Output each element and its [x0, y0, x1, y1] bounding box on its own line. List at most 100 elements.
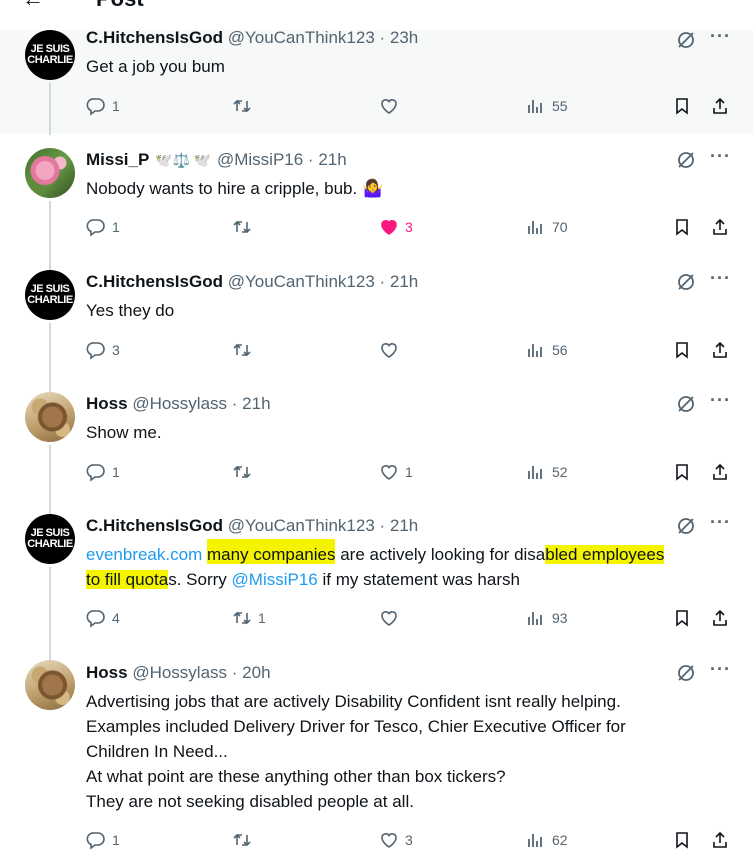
reply-button[interactable]: 1 [86, 96, 120, 116]
tweet-header: C.HitchensIsGod @YouCanThink123 · 21h [86, 516, 419, 535]
mention-link[interactable]: @MissiP16 [232, 570, 318, 589]
retweet-button[interactable] [232, 830, 258, 850]
avatar[interactable]: JE SUIS CHARLIE [25, 514, 75, 564]
share-icon [713, 463, 727, 480]
share-icon [713, 831, 727, 848]
retweet-icon [233, 611, 251, 625]
tweet-text: Advertising jobs that are actively Disab… [86, 692, 626, 811]
share-button[interactable] [710, 830, 730, 850]
share-button[interactable] [710, 217, 730, 237]
bookmark-button[interactable] [672, 608, 692, 628]
author-handle[interactable]: @MissiP16 [217, 150, 303, 169]
timestamp[interactable]: 23h [390, 28, 418, 47]
reply-button[interactable]: 1 [86, 830, 120, 850]
share-icon [713, 341, 727, 358]
grok-icon[interactable] [676, 516, 696, 536]
author-name[interactable]: C.HitchensIsGod [86, 28, 223, 47]
avatar[interactable]: JE SUIS CHARLIE [25, 270, 75, 320]
action-bar: 1 3 70 [86, 217, 736, 241]
grok-icon[interactable] [676, 150, 696, 170]
timestamp[interactable]: 20h [242, 663, 270, 682]
bookmark-button[interactable] [672, 830, 692, 850]
retweet-button[interactable] [232, 340, 258, 360]
like-button[interactable] [379, 96, 405, 116]
like-button[interactable] [379, 340, 405, 360]
more-icon[interactable]: ··· [710, 26, 731, 47]
bookmark-icon [676, 832, 688, 849]
like-button[interactable]: 1 [379, 462, 413, 482]
share-button[interactable] [710, 608, 730, 628]
tweet-header: Missi_P 🕊️⚖️ 🕊️ @MissiP16 · 21h [86, 150, 347, 169]
reply-button[interactable]: 4 [86, 608, 120, 628]
like-icon [381, 611, 397, 626]
avatar[interactable]: JE SUIS CHARLIE [25, 30, 75, 80]
grok-icon[interactable] [676, 394, 696, 414]
reply-button[interactable]: 1 [86, 217, 120, 237]
back-arrow-icon[interactable]: ← [22, 0, 44, 12]
reply-icon [86, 610, 105, 628]
more-icon[interactable]: ··· [710, 659, 731, 680]
like-button[interactable]: 3 [379, 830, 413, 850]
avatar[interactable] [25, 660, 75, 710]
views-icon [528, 466, 542, 479]
timestamp[interactable]: 21h [242, 394, 270, 413]
bookmark-button[interactable] [672, 462, 692, 482]
tweet-text: Nobody wants to hire a cripple, bub. 🤷‍♀… [86, 179, 384, 198]
author-handle[interactable]: @Hossylass [132, 663, 227, 682]
avatar[interactable] [25, 392, 75, 442]
more-icon[interactable]: ··· [710, 512, 731, 533]
tweet[interactable]: JE SUIS CHARLIE C.HitchensIsGod @YouCanT… [0, 512, 753, 660]
retweet-button[interactable] [232, 462, 258, 482]
views-icon [528, 100, 542, 113]
tweet[interactable]: Hoss @Hossylass · 20h ··· Advertising jo… [0, 659, 753, 860]
views-button[interactable]: 55 [526, 96, 568, 116]
tweet-header: C.HitchensIsGod @YouCanThink123 · 21h [86, 272, 419, 291]
views-button[interactable]: 70 [526, 217, 568, 237]
timestamp[interactable]: 21h [390, 516, 418, 535]
views-button[interactable]: 62 [526, 830, 568, 850]
bookmark-icon [676, 98, 688, 115]
retweet-button[interactable]: 1 [232, 608, 266, 628]
grok-icon[interactable] [676, 272, 696, 292]
reply-button[interactable]: 1 [86, 462, 120, 482]
views-button[interactable]: 56 [526, 340, 568, 360]
share-button[interactable] [710, 462, 730, 482]
top-bar: ← Post [0, 0, 753, 30]
timestamp[interactable]: 21h [390, 272, 418, 291]
grok-icon[interactable] [676, 663, 696, 683]
reply-button[interactable]: 3 [86, 340, 120, 360]
author-name[interactable]: C.HitchensIsGod [86, 272, 223, 291]
views-button[interactable]: 52 [526, 462, 568, 482]
retweet-icon [233, 465, 251, 479]
tweet[interactable]: Missi_P 🕊️⚖️ 🕊️ @MissiP16 · 21h ··· Nobo… [0, 146, 753, 271]
bookmark-button[interactable] [672, 96, 692, 116]
timestamp[interactable]: 21h [318, 150, 346, 169]
share-button[interactable] [710, 96, 730, 116]
author-handle[interactable]: @YouCanThink123 [228, 28, 375, 47]
retweet-button[interactable] [232, 96, 258, 116]
highlight: bled employees [545, 545, 665, 564]
author-name[interactable]: Missi_P [86, 150, 149, 169]
author-name[interactable]: C.HitchensIsGod [86, 516, 223, 535]
tweet[interactable]: JE SUIS CHARLIE C.HitchensIsGod @YouCanT… [0, 268, 753, 393]
like-button[interactable] [379, 608, 405, 628]
author-name[interactable]: Hoss [86, 394, 128, 413]
bookmark-button[interactable] [672, 340, 692, 360]
grok-icon[interactable] [676, 30, 696, 50]
more-icon[interactable]: ··· [710, 268, 731, 289]
author-handle[interactable]: @YouCanThink123 [228, 516, 375, 535]
more-icon[interactable]: ··· [710, 146, 731, 167]
views-button[interactable]: 93 [526, 608, 568, 628]
like-button[interactable]: 3 [379, 217, 413, 237]
tweet[interactable]: Hoss @Hossylass · 21h ··· Show me. 1 1 5… [0, 390, 753, 515]
bookmark-button[interactable] [672, 217, 692, 237]
author-name[interactable]: Hoss [86, 663, 128, 682]
share-button[interactable] [710, 340, 730, 360]
link[interactable]: evenbreak.com [86, 545, 202, 564]
author-handle[interactable]: @YouCanThink123 [228, 272, 375, 291]
retweet-button[interactable] [232, 217, 258, 237]
avatar[interactable] [25, 148, 75, 198]
tweet[interactable]: JE SUIS CHARLIE C.HitchensIsGod @YouCanT… [0, 26, 753, 135]
author-handle[interactable]: @Hossylass [132, 394, 227, 413]
more-icon[interactable]: ··· [710, 390, 731, 411]
